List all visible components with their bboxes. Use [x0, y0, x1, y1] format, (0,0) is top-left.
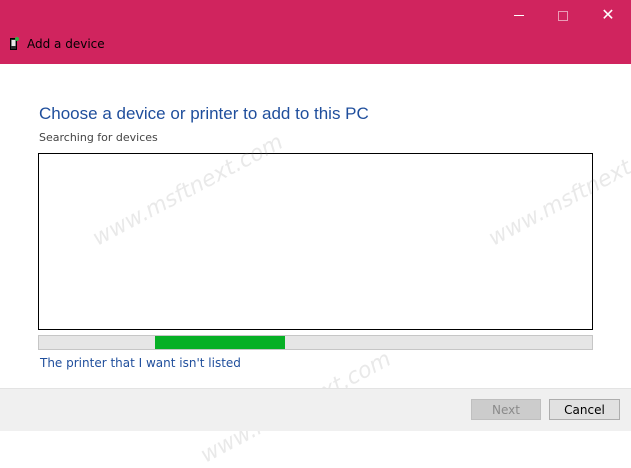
- dialog-footer: Next Cancel: [0, 388, 631, 431]
- search-progress-fill: [155, 336, 285, 349]
- next-button[interactable]: Next: [471, 399, 541, 420]
- maximize-button[interactable]: [540, 0, 586, 30]
- printer-not-listed-link[interactable]: The printer that I want isn't listed: [40, 356, 241, 370]
- search-progress-bar: [38, 335, 593, 350]
- add-device-icon: [10, 37, 19, 50]
- window-title: Add a device: [27, 37, 105, 51]
- search-status: Searching for devices: [39, 131, 158, 144]
- close-icon: ✕: [601, 5, 615, 24]
- close-button[interactable]: ✕: [585, 0, 631, 30]
- cancel-button[interactable]: Cancel: [549, 399, 620, 420]
- maximize-icon: [558, 10, 568, 21]
- title-bar: ✕ Add a device: [0, 0, 631, 64]
- page-heading: Choose a device or printer to add to thi…: [39, 104, 369, 123]
- minimize-icon: [514, 15, 524, 16]
- minimize-button[interactable]: [496, 0, 542, 30]
